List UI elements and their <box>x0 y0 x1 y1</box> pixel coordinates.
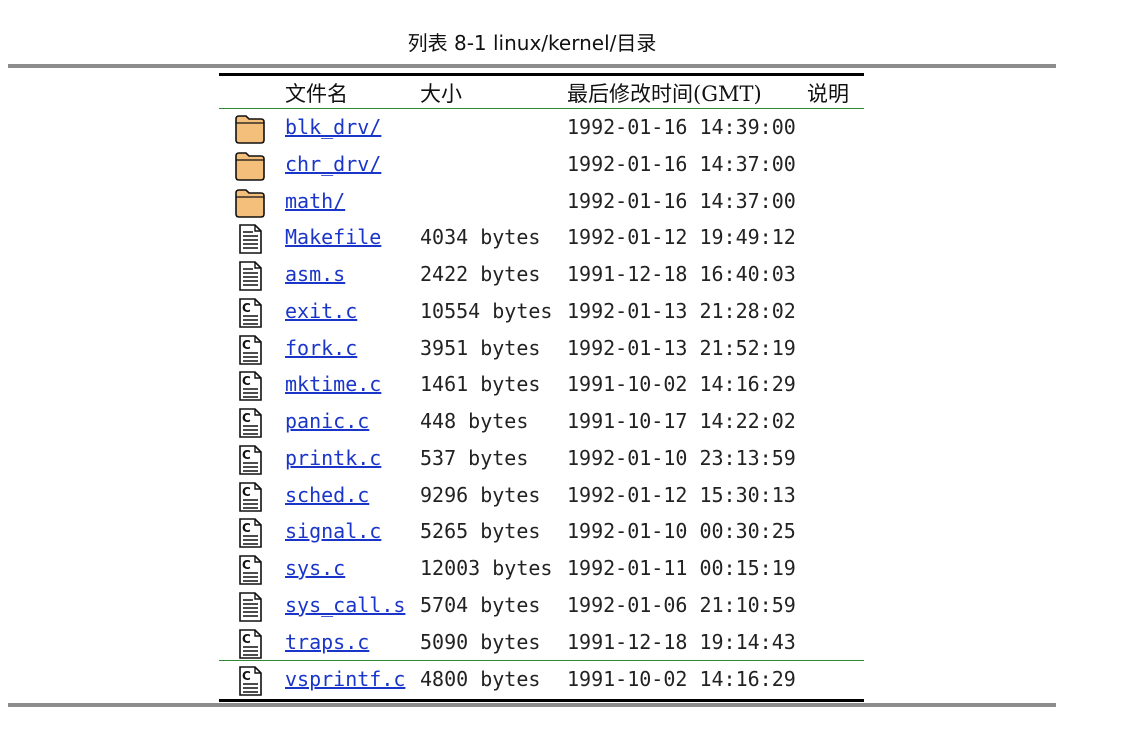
file-name-link[interactable]: vsprintf.c <box>285 667 405 691</box>
bottom-divider <box>8 703 1056 707</box>
text-file-icon <box>233 591 267 623</box>
file-size: 5265 bytes <box>420 519 541 544</box>
file-modified-time: 1992-01-16 14:37:00 <box>567 188 796 213</box>
c-source-file-icon: C <box>233 334 267 366</box>
c-source-file-icon: C <box>233 665 267 697</box>
file-size: 1461 bytes <box>420 372 541 397</box>
file-modified-time: 1992-01-10 23:13:59 <box>567 445 796 470</box>
file-modified-time: 1992-01-16 14:39:00 <box>567 115 796 139</box>
file-modified-time: 1992-01-16 14:37:00 <box>567 151 796 176</box>
listing-caption: 列表 8-1 linux/kernel/目录 <box>407 31 657 55</box>
c-source-file-icon: C <box>233 628 267 660</box>
svg-text:C: C <box>242 411 251 425</box>
file-name-link[interactable]: sys.c <box>285 556 345 580</box>
file-modified-time: 1992-01-06 21:10:59 <box>567 592 796 617</box>
file-name-link[interactable]: panic.c <box>285 409 369 433</box>
file-modified-time: 1991-10-17 14:22:02 <box>567 409 796 433</box>
svg-text:C: C <box>242 338 251 352</box>
file-modified-time: 1992-01-10 00:30:25 <box>567 519 796 544</box>
column-header-modified: 最后修改时间(GMT) <box>567 82 762 106</box>
file-row: chr_drv/1992-01-16 14:37:00 <box>219 146 864 183</box>
file-size: 448 bytes <box>420 409 529 433</box>
c-source-file-icon: C <box>233 444 267 476</box>
file-row: Cfork.c 3951 bytes 1992-01-13 21:52:19 <box>219 330 864 367</box>
file-size: 2422 bytes <box>420 262 541 286</box>
svg-text:C: C <box>242 558 251 572</box>
file-row: Cexit.c 10554 bytes 1992-01-13 21:28:02 <box>219 293 864 330</box>
file-row: sys_call.s 5704 bytes 1992-01-06 21:10:59 <box>219 587 864 624</box>
table-header: 文件名 大小 最后修改时间(GMT) 说明 <box>219 76 864 109</box>
file-size: 3951 bytes <box>420 335 541 360</box>
file-modified-time: 1992-01-12 15:30:13 <box>567 482 796 507</box>
file-modified-time: 1992-01-13 21:52:19 <box>567 335 796 360</box>
file-name-link[interactable]: signal.c <box>285 519 381 543</box>
file-modified-time: 1992-01-11 00:15:19 <box>567 556 796 580</box>
file-row: Cpanic.c 448 bytes 1991-10-17 14:22:02 <box>219 403 864 440</box>
folder-icon <box>233 187 267 219</box>
file-name-link[interactable]: Makefile <box>285 225 381 249</box>
file-row: asm.s 2422 bytes 1991-12-18 16:40:03 <box>219 256 864 293</box>
file-modified-time: 1992-01-13 21:28:02 <box>567 298 796 323</box>
c-source-file-icon: C <box>233 481 267 513</box>
file-modified-time: 1992-01-12 19:49:12 <box>567 225 796 250</box>
file-name-link[interactable]: math/ <box>285 189 345 213</box>
file-row: Ctraps.c 5090 bytes 1991-12-18 19:14:43 <box>219 624 864 661</box>
table-body: blk_drv/1992-01-16 14:39:00 chr_drv/1992-… <box>219 109 864 698</box>
file-size: 9296 bytes <box>420 482 541 507</box>
column-header-name: 文件名 <box>285 82 348 106</box>
file-name-link[interactable]: mktime.c <box>285 372 381 396</box>
c-source-file-icon: C <box>233 407 267 439</box>
text-file-icon <box>233 260 267 292</box>
svg-text:C: C <box>242 374 251 388</box>
c-source-file-icon: C <box>233 370 267 402</box>
file-modified-time: 1991-10-02 14:16:29 <box>567 667 796 692</box>
file-row: blk_drv/1992-01-16 14:39:00 <box>219 109 864 146</box>
file-listing-table: 文件名 大小 最后修改时间(GMT) 说明 blk_drv/1992-01-16… <box>219 73 864 703</box>
file-modified-time: 1991-12-18 16:40:03 <box>567 262 796 286</box>
text-file-icon <box>233 223 267 255</box>
file-name-link[interactable]: fork.c <box>285 336 357 360</box>
top-divider <box>8 64 1056 68</box>
svg-text:C: C <box>242 669 251 683</box>
folder-icon <box>233 113 267 145</box>
file-name-link[interactable]: sys_call.s <box>285 593 405 617</box>
svg-text:C: C <box>242 521 251 535</box>
file-size: 5704 bytes <box>420 592 541 617</box>
file-size: 4034 bytes <box>420 225 541 250</box>
file-modified-time: 1991-10-02 14:16:29 <box>567 372 796 397</box>
file-row: Cprintk.c 537 bytes 1992-01-10 23:13:59 <box>219 440 864 477</box>
file-size: 5090 bytes <box>420 629 541 654</box>
column-header-description: 说明 <box>807 82 849 106</box>
file-modified-time: 1991-12-18 19:14:43 <box>567 629 796 654</box>
file-size: 10554 bytes <box>420 298 553 323</box>
table-bottom-border <box>219 699 864 703</box>
file-size: 12003 bytes <box>420 556 553 580</box>
svg-text:C: C <box>242 301 251 315</box>
file-name-link[interactable]: chr_drv/ <box>285 152 381 176</box>
file-row: Csignal.c 5265 bytes 1992-01-10 00:30:25 <box>219 513 864 550</box>
file-name-link[interactable]: exit.c <box>285 299 357 323</box>
file-name-link[interactable]: asm.s <box>285 262 345 286</box>
c-source-file-icon: C <box>233 297 267 329</box>
file-row: math/1992-01-16 14:37:00 <box>219 183 864 220</box>
file-row: Makefile 4034 bytes 1992-01-12 19:49:12 <box>219 219 864 256</box>
file-name-link[interactable]: sched.c <box>285 483 369 507</box>
file-row: Csys.c 12003 bytes 1992-01-11 00:15:19 <box>219 550 864 587</box>
file-size: 537 bytes <box>420 445 529 470</box>
file-row: Csched.c 9296 bytes 1992-01-12 15:30:13 <box>219 477 864 514</box>
file-row: Cmktime.c 1461 bytes 1991-10-02 14:16:29 <box>219 366 864 403</box>
svg-text:C: C <box>242 632 251 646</box>
column-header-size: 大小 <box>420 82 462 106</box>
svg-text:C: C <box>242 448 251 462</box>
c-source-file-icon: C <box>233 554 267 586</box>
folder-icon <box>233 150 267 182</box>
file-name-link[interactable]: blk_drv/ <box>285 115 381 139</box>
svg-text:C: C <box>242 485 251 499</box>
file-name-link[interactable]: traps.c <box>285 630 369 654</box>
file-row: Cvsprintf.c 4800 bytes 1991-10-02 14:16:29 <box>219 660 864 698</box>
file-size: 4800 bytes <box>420 667 541 692</box>
c-source-file-icon: C <box>233 517 267 549</box>
file-name-link[interactable]: printk.c <box>285 446 381 470</box>
